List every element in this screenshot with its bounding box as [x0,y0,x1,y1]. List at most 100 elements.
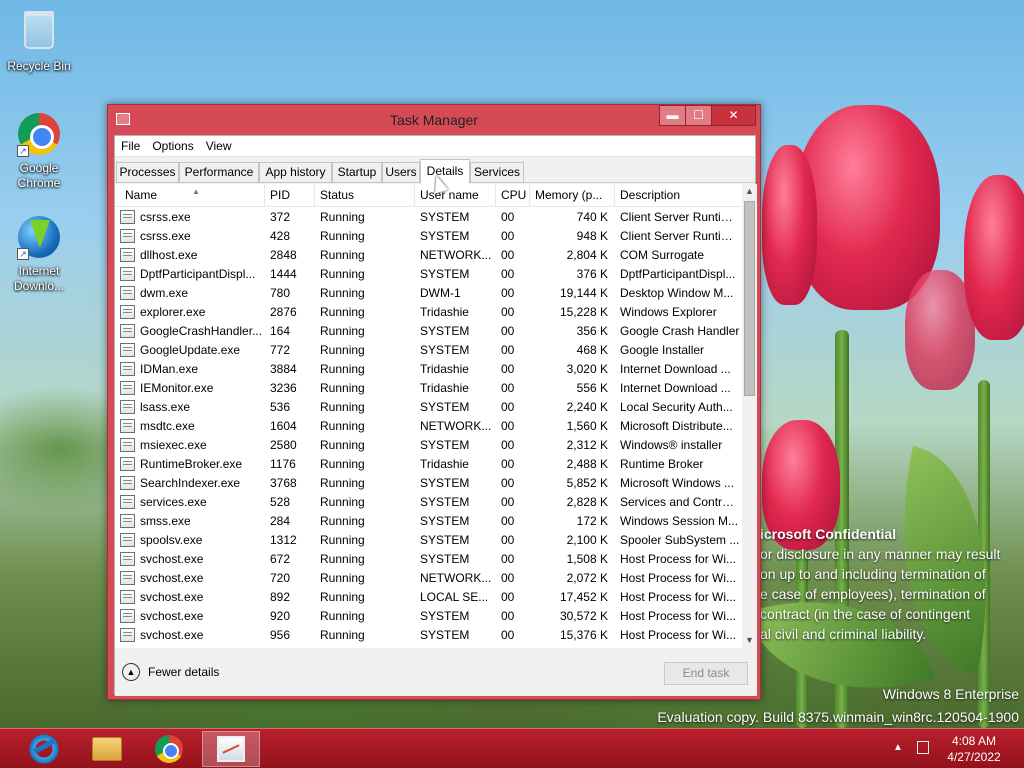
cell-status: Running [320,628,365,642]
tab-users[interactable]: Users [382,162,420,183]
column-header-status[interactable]: Status [315,184,415,207]
cell-cpu: 00 [501,609,515,623]
tab-startup[interactable]: Startup [332,162,382,183]
table-row[interactable]: IDMan.exe 3884 Running Tridashie 00 3,020 K In… [115,360,742,379]
minimize-button[interactable]: ▬ [659,105,686,126]
cell-status: Running [320,609,365,623]
column-header-memory[interactable]: Memory (p... [530,184,615,207]
title-bar[interactable]: Task Manager ▬ ☐ ✕ [108,105,760,135]
cell-memory: 5,852 K [566,476,608,490]
taskbar-task-manager[interactable] [202,731,260,767]
cell-status: Running [320,324,365,338]
menu-view[interactable]: View [200,139,238,153]
cell-name: smss.exe [140,514,191,528]
table-row[interactable]: smss.exe 284 Running SYSTEM 00 172 K Windows S… [115,512,742,531]
cell-user-name: NETWORK... [420,248,492,262]
column-header-description[interactable]: Description [615,184,742,207]
desktop-icon-google-chrome[interactable]: ↗ Google Chrome [1,113,77,191]
table-row[interactable]: explorer.exe 2876 Running Tridashie 00 15,228… [115,303,742,322]
cell-memory: 2,072 K [566,571,608,585]
maximize-button[interactable]: ☐ [685,105,712,126]
recycle-bin-icon [17,11,61,55]
desktop-icon-internet-download-manager[interactable]: ↗ Internet Downlo... [1,216,77,294]
table-row[interactable]: svchost.exe 956 Running SYSTEM 00 15,376 K Hos… [115,626,742,645]
watermark-line: al civil and criminal liability. [760,626,927,642]
taskbar-google-chrome[interactable] [140,731,198,767]
cell-user-name: NETWORK... [420,571,492,585]
process-icon [120,381,135,395]
process-icon [120,324,135,338]
table-row[interactable]: csrss.exe 372 Running SYSTEM 00 740 K Client S… [115,208,742,227]
cell-name: svchost.exe [140,571,204,585]
tab-app-history[interactable]: App history [259,162,332,183]
end-task-button[interactable]: End task [664,662,748,685]
cell-name: SearchIndexer.exe [140,476,241,490]
table-row[interactable]: SearchIndexer.exe 3768 Running SYSTEM 00 5,85… [115,474,742,493]
table-row[interactable]: dwm.exe 780 Running DWM-1 00 19,144 K Desktop … [115,284,742,303]
scroll-thumb[interactable] [744,201,755,396]
table-row[interactable]: services.exe 528 Running SYSTEM 00 2,828 K Ser… [115,493,742,512]
system-clock[interactable]: 4:08 AM 4/27/2022 [938,733,1010,765]
close-button[interactable]: ✕ [711,105,756,126]
fewer-details-link[interactable]: ▲ Fewer details [122,663,219,681]
cell-user-name: SYSTEM [420,552,470,566]
cell-name: RuntimeBroker.exe [140,457,243,471]
process-icon [120,476,135,490]
table-row[interactable]: spoolsv.exe 1312 Running SYSTEM 00 2,100 K Spo… [115,531,742,550]
table-row[interactable]: svchost.exe 720 Running NETWORK... 00 2,072 K… [115,569,742,588]
menu-options[interactable]: Options [146,139,199,153]
cell-status: Running [320,419,365,433]
cell-description: Client Server Runtim... [620,210,740,224]
tab-processes[interactable]: Processes [116,162,179,183]
menu-file[interactable]: File [115,139,146,153]
process-icon [120,286,135,300]
show-hidden-icons-chevron-icon[interactable]: ▲ [893,742,903,753]
table-row[interactable]: dllhost.exe 2848 Running NETWORK... 00 2,804 … [115,246,742,265]
tab-performance[interactable]: Performance [179,162,259,183]
cell-cpu: 00 [501,286,515,300]
table-row[interactable]: DptfParticipantDispl... 1444 Running SYSTEM… [115,265,742,284]
process-icon [120,400,135,414]
cell-name: msdtc.exe [140,419,195,433]
table-row[interactable]: GoogleUpdate.exe 772 Running SYSTEM 00 468 K G… [115,341,742,360]
cell-user-name: SYSTEM [420,476,470,490]
desktop-icon-recycle-bin[interactable]: Recycle Bin [1,8,77,74]
scroll-up-icon[interactable]: ▲ [742,184,757,199]
table-row[interactable]: csrss.exe 428 Running SYSTEM 00 948 K Client S… [115,227,742,246]
column-header-name[interactable]: Name ▲ [120,184,265,207]
watermark-title: icrosoft Confidential [760,526,897,542]
clock-time: 4:08 AM [951,734,997,748]
table-row[interactable]: lsass.exe 536 Running SYSTEM 00 2,240 K Local … [115,398,742,417]
cell-user-name: NETWORK... [420,419,492,433]
table-row[interactable]: GoogleCrashHandler... 164 Running SYSTEM 00 3… [115,322,742,341]
column-header-cpu[interactable]: CPU [496,184,530,207]
taskbar-internet-explorer[interactable] [15,731,73,767]
scroll-down-icon[interactable]: ▼ [742,633,757,648]
cell-user-name: Tridashie [420,305,469,319]
action-center-flag-icon[interactable] [917,741,929,754]
table-row[interactable]: svchost.exe 672 Running SYSTEM 00 1,508 K Host… [115,550,742,569]
cell-status: Running [320,343,365,357]
table-row[interactable]: svchost.exe 892 Running LOCAL SE... 00 17,452… [115,588,742,607]
cell-description: Windows® installer [620,438,723,452]
tab-services[interactable]: Services [470,162,524,183]
cell-pid: 428 [270,229,291,243]
column-header-pid[interactable]: PID [265,184,315,207]
cell-cpu: 00 [501,495,515,509]
cell-memory: 2,828 K [566,495,608,509]
cell-user-name: SYSTEM [420,210,470,224]
table-row[interactable]: IEMonitor.exe 3236 Running Tridashie 00 556 K… [115,379,742,398]
column-header-user-name[interactable]: User name [415,184,496,207]
window-footer: ▲ Fewer details End task [115,648,757,696]
table-row[interactable]: msdtc.exe 1604 Running NETWORK... 00 1,560 K M… [115,417,742,436]
cell-user-name: SYSTEM [420,400,470,414]
table-row[interactable]: svchost.exe 920 Running SYSTEM 00 30,572 K Hos… [115,607,742,626]
vertical-scrollbar[interactable]: ▲ ▼ [742,184,757,648]
table-row[interactable]: RuntimeBroker.exe 1176 Running Tridashie 00 2… [115,455,742,474]
table-row[interactable]: msiexec.exe 2580 Running SYSTEM 00 2,312 K Win… [115,436,742,455]
cell-cpu: 00 [501,514,515,528]
taskbar-file-explorer[interactable] [78,731,136,767]
cell-name: GoogleUpdate.exe [140,343,241,357]
cell-name: csrss.exe [140,210,191,224]
cell-status: Running [320,381,365,395]
